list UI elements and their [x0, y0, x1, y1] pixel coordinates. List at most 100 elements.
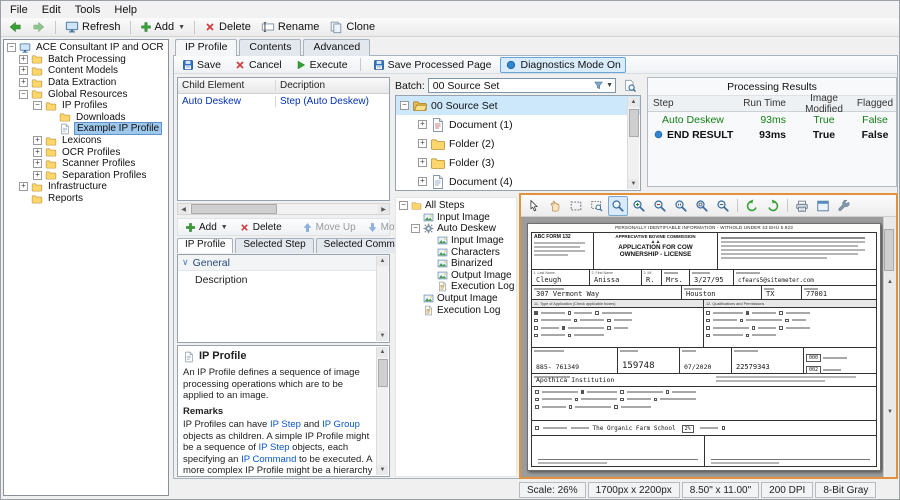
tab-advanced[interactable]: Advanced	[303, 39, 370, 56]
diagnostics-mode-toggle[interactable]: Diagnostics Mode On	[500, 57, 625, 73]
pointer-tool-button[interactable]	[524, 196, 544, 216]
edit-add-button[interactable]: Add▼	[181, 221, 232, 234]
column-run-time[interactable]: Run Time	[740, 98, 792, 109]
scroll-left-arrow[interactable]: ◀	[178, 204, 189, 214]
nav-item-data-extraction[interactable]: Data Extraction	[4, 77, 168, 89]
nav-item-batch-processing[interactable]: Batch Processing	[4, 54, 168, 66]
nav-item-infrastructure[interactable]: Infrastructure	[4, 181, 168, 193]
viewer-canvas[interactable]: PERSONALLY IDENTIFIABLE INFORMATION - WI…	[521, 217, 884, 477]
step-item-input-image[interactable]: Input Image	[396, 212, 516, 224]
property-description[interactable]: Description	[178, 271, 389, 286]
window-button[interactable]	[813, 196, 833, 216]
step-item-auto-deskew[interactable]: Auto Deskew	[396, 223, 516, 235]
back-button[interactable]	[4, 19, 26, 35]
batch-item-document-1[interactable]: Document (1)	[396, 115, 640, 134]
child-panel-hscrollbar[interactable]: ◀ ▶	[177, 203, 390, 215]
zoom-in-button[interactable]	[629, 196, 649, 216]
result-row-end-result[interactable]: END RESULT 93ms True False	[648, 127, 896, 142]
scroll-down-arrow[interactable]: ▼	[885, 347, 896, 477]
step-item-deskew-output-image[interactable]: Output Image	[396, 270, 516, 282]
column-image-modified[interactable]: Image Modified	[792, 93, 856, 115]
scroll-up-arrow[interactable]: ▲	[628, 97, 639, 107]
tree-expander[interactable]	[19, 90, 28, 99]
viewer-scrollbar[interactable]: ▲ ▼	[883, 217, 896, 477]
print-button[interactable]	[792, 196, 812, 216]
tab-contents[interactable]: Contents	[239, 39, 301, 56]
zoom-width-button[interactable]	[713, 196, 733, 216]
zoom-out-button[interactable]	[650, 196, 670, 216]
save-button[interactable]: Save	[178, 58, 225, 72]
step-item-deskew-execution-log[interactable]: Execution Log	[396, 281, 516, 293]
nav-item-example-ip-profile[interactable]: Example IP Profile	[4, 123, 168, 135]
nav-item-reports[interactable]: Reports	[4, 193, 168, 205]
nav-item-root[interactable]: ACE Consultant IP and OCR	[4, 42, 168, 54]
column-step[interactable]: Step	[648, 98, 740, 109]
save-processed-page-button[interactable]: Save Processed Page	[369, 58, 496, 72]
scroll-thumb[interactable]	[191, 204, 277, 214]
edit-delete-button[interactable]: Delete	[235, 221, 286, 234]
tree-expander[interactable]	[7, 43, 16, 52]
settings-button[interactable]	[834, 196, 854, 216]
magnifier-tool-button[interactable]	[608, 196, 628, 216]
forward-button[interactable]	[28, 19, 50, 35]
tab-selected-step[interactable]: Selected Step	[235, 238, 313, 253]
column-flagged[interactable]: Flagged	[856, 98, 894, 109]
cancel-button[interactable]: Cancel	[230, 58, 286, 72]
child-table-row[interactable]: Auto Deskew Step (Auto Deskew)	[178, 94, 389, 108]
scroll-down-arrow[interactable]: ▼	[377, 331, 388, 341]
nav-item-separation-profiles[interactable]: Separation Profiles	[4, 170, 168, 182]
tree-expander[interactable]	[400, 101, 409, 110]
tree-expander[interactable]	[418, 158, 427, 167]
menu-file[interactable]: File	[3, 3, 35, 17]
rotate-left-button[interactable]	[742, 196, 762, 216]
select-region-button[interactable]	[566, 196, 586, 216]
batch-item-source-set[interactable]: 00 Source Set	[396, 96, 640, 115]
tree-expander[interactable]	[411, 224, 420, 233]
view-page-button[interactable]	[619, 78, 641, 94]
tree-expander[interactable]	[19, 78, 28, 87]
scroll-thumb[interactable]	[629, 109, 639, 137]
step-item-execution-log[interactable]: Execution Log	[396, 304, 516, 316]
column-child-element[interactable]: Child Element	[178, 80, 276, 91]
tree-expander[interactable]	[19, 66, 28, 75]
clone-button[interactable]: Clone	[325, 19, 379, 35]
menu-tools[interactable]: Tools	[68, 3, 108, 17]
menu-help[interactable]: Help	[107, 3, 144, 17]
step-item-deskew-input-image[interactable]: Input Image	[396, 235, 516, 247]
tree-expander[interactable]	[33, 159, 42, 168]
link-ip-group[interactable]: IP Group	[322, 419, 360, 430]
scroll-down-arrow[interactable]: ▼	[628, 179, 639, 189]
nav-item-ip-profiles[interactable]: IP Profiles	[4, 100, 168, 112]
add-button[interactable]: Add▼	[136, 20, 190, 34]
column-description[interactable]: Decription	[276, 80, 389, 91]
scroll-up-arrow[interactable]: ▲	[377, 256, 388, 266]
link-ip-step[interactable]: IP Step	[270, 419, 301, 430]
step-item-characters[interactable]: Characters	[396, 246, 516, 258]
nav-item-content-models[interactable]: Content Models	[4, 65, 168, 77]
tab-edit-ip-profile[interactable]: IP Profile	[177, 238, 233, 253]
tree-expander[interactable]	[418, 120, 427, 129]
step-item-binarized[interactable]: Binarized	[396, 258, 516, 270]
batch-combo[interactable]: 00 Source Set▼	[428, 78, 616, 93]
step-item-output-image[interactable]: Output Image	[396, 293, 516, 305]
tree-expander[interactable]	[33, 101, 42, 110]
tree-expander[interactable]	[418, 177, 427, 186]
tree-expander[interactable]	[418, 139, 427, 148]
tab-ip-profile[interactable]: IP Profile	[175, 39, 237, 56]
result-row-auto-deskew[interactable]: Auto Deskew 93ms True False	[648, 112, 896, 127]
scroll-up-arrow[interactable]: ▲	[377, 347, 388, 357]
zoom-fit-button[interactable]	[692, 196, 712, 216]
scroll-down-arrow[interactable]: ▼	[377, 465, 388, 475]
nav-item-lexicons[interactable]: Lexicons	[4, 135, 168, 147]
rename-button[interactable]: Rename	[257, 19, 324, 35]
delete-button[interactable]: Delete	[200, 20, 255, 34]
scroll-right-arrow[interactable]: ▶	[378, 204, 389, 214]
step-item-all-steps[interactable]: All Steps	[396, 200, 516, 212]
pan-tool-button[interactable]	[545, 196, 565, 216]
tree-expander[interactable]	[19, 55, 28, 64]
help-panel-scrollbar[interactable]: ▲▼	[376, 347, 388, 475]
rotate-right-button[interactable]	[763, 196, 783, 216]
nav-item-ocr-profiles[interactable]: OCR Profiles	[4, 146, 168, 158]
property-grid-scrollbar[interactable]: ▲▼	[376, 256, 388, 341]
zoom-region-button[interactable]	[587, 196, 607, 216]
